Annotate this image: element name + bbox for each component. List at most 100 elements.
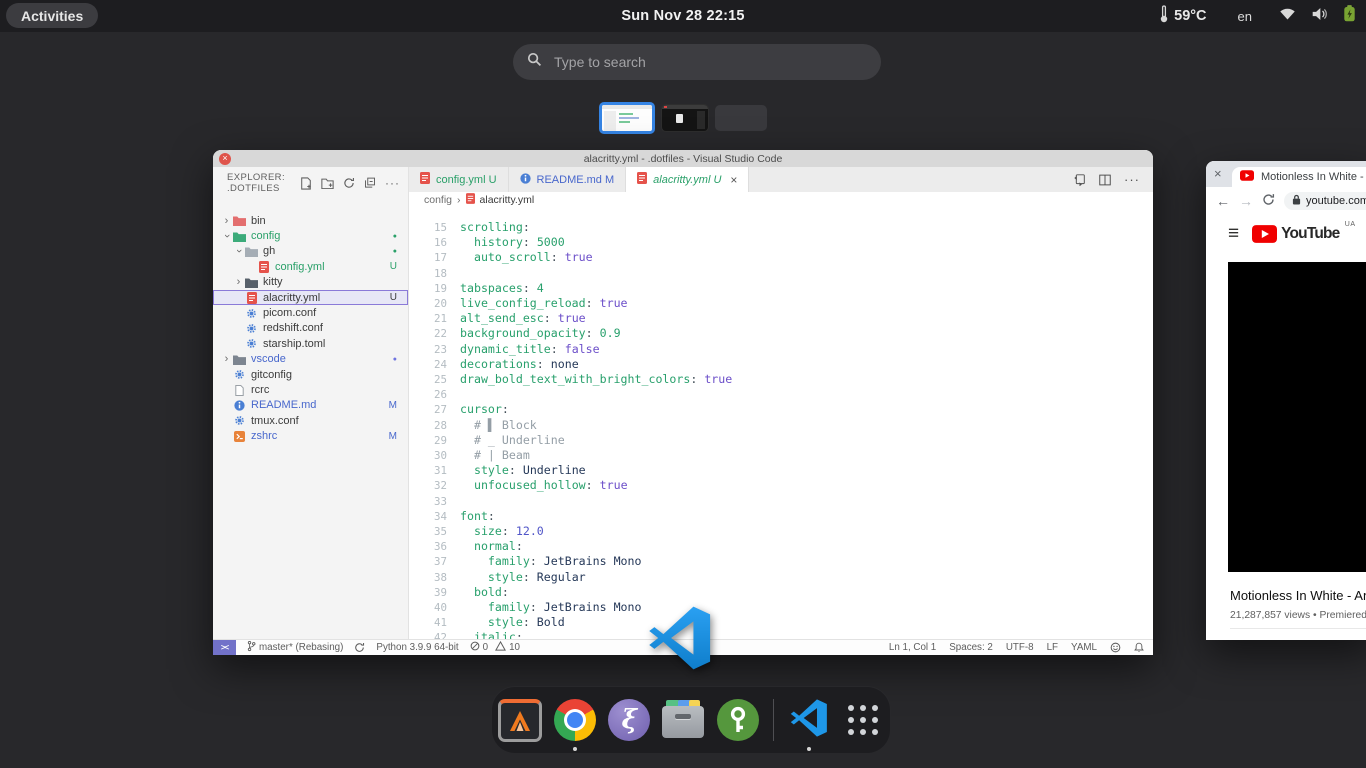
code-line-41[interactable]: 41 style: Bold [409, 615, 1153, 630]
more-actions-icon[interactable]: ··· [385, 176, 400, 190]
search-input[interactable] [552, 53, 806, 71]
dock-item-files[interactable] [662, 696, 704, 744]
wifi-icon[interactable] [1279, 7, 1296, 25]
breadcrumb[interactable]: config › alacritty.yml [409, 192, 1153, 208]
code-editor[interactable]: 15scrolling:16 history: 500017 auto_scro… [409, 214, 1153, 640]
code-line-37[interactable]: 37 family: JetBrains Mono [409, 554, 1153, 569]
code-line-29[interactable]: 29 # _ Underline [409, 433, 1153, 448]
code-line-31[interactable]: 31 style: Underline [409, 463, 1153, 478]
editor-more-icon[interactable]: ··· [1124, 172, 1140, 187]
close-tab-icon[interactable]: × [730, 173, 737, 187]
code-line-36[interactable]: 36 normal: [409, 539, 1153, 554]
workspace-thumbnail-empty[interactable] [715, 105, 767, 131]
code-line-40[interactable]: 40 family: JetBrains Mono [409, 600, 1153, 615]
tree-item-vscode[interactable]: ›vscode● [213, 352, 408, 367]
breadcrumb-file[interactable]: alacritty.yml [480, 194, 535, 206]
git-branch-status[interactable]: master* (Rebasing) [247, 640, 343, 655]
keyboard-layout[interactable]: en [1238, 9, 1252, 24]
tab-close-icon[interactable]: × [1214, 166, 1222, 181]
code-line-33[interactable]: 33 [409, 494, 1153, 509]
close-window-button[interactable]: × [219, 153, 231, 165]
refresh-icon[interactable] [343, 177, 355, 189]
python-interpreter[interactable]: Python 3.9.9 64-bit [376, 642, 458, 653]
battery-charging-icon[interactable] [1343, 5, 1356, 27]
cursor-position[interactable]: Ln 1, Col 1 [889, 642, 936, 653]
dock-item-keepassxc[interactable] [717, 696, 759, 744]
indentation[interactable]: Spaces: 2 [949, 642, 993, 653]
tab-README.md[interactable]: README.md M [509, 167, 627, 192]
sync-icon[interactable] [354, 642, 365, 653]
youtube-favicon [1240, 170, 1254, 184]
tree-item-config.yml[interactable]: config.ymlU [213, 259, 408, 274]
code-line-20[interactable]: 20live_config_reload: true [409, 296, 1153, 311]
code-line-23[interactable]: 23dynamic_title: false [409, 342, 1153, 357]
reload-icon[interactable] [1262, 193, 1275, 209]
forward-icon[interactable]: → [1239, 193, 1253, 209]
remote-indicator[interactable]: >< [213, 640, 236, 655]
feedback-icon[interactable] [1110, 642, 1121, 653]
back-icon[interactable]: ← [1216, 193, 1230, 209]
tree-item-redshift.conf[interactable]: redshift.conf [213, 321, 408, 336]
tree-item-zshrc[interactable]: zshrcM [213, 429, 408, 444]
tree-item-bin[interactable]: ›bin [213, 213, 408, 228]
dock-item-alacritty[interactable] [498, 696, 542, 744]
dock-item-chrome[interactable] [554, 696, 596, 744]
new-file-icon[interactable] [300, 177, 312, 190]
code-line-22[interactable]: 22background_opacity: 0.9 [409, 326, 1153, 341]
tree-item-alacritty.yml[interactable]: alacritty.ymlU [213, 290, 408, 305]
split-editor-icon[interactable] [1099, 174, 1111, 186]
tree-item-README.md[interactable]: README.mdM [213, 398, 408, 413]
workspace-thumbnail-vscode[interactable] [599, 102, 655, 134]
language-mode[interactable]: YAML [1071, 642, 1097, 653]
code-line-18[interactable]: 18 [409, 266, 1153, 281]
code-line-17[interactable]: 17 auto_scroll: true [409, 250, 1153, 265]
tree-item-gitconfig[interactable]: gitconfig [213, 367, 408, 382]
breadcrumb-folder[interactable]: config [424, 194, 452, 206]
youtube-logo[interactable]: YouTube UA [1252, 225, 1339, 243]
dock-item-app-grid[interactable] [842, 696, 884, 744]
code-line-38[interactable]: 38 style: Regular [409, 570, 1153, 585]
code-line-25[interactable]: 25draw_bold_text_with_bright_colors: tru… [409, 372, 1153, 387]
code-line-26[interactable]: 26 [409, 387, 1153, 402]
menu-icon[interactable]: ≡ [1228, 229, 1239, 239]
code-line-28[interactable]: 28 # ▌ Block [409, 418, 1153, 433]
code-line-19[interactable]: 19tabspaces: 4 [409, 281, 1153, 296]
code-line-27[interactable]: 27cursor: [409, 402, 1153, 417]
code-line-30[interactable]: 30 # | Beam [409, 448, 1153, 463]
eol[interactable]: LF [1047, 642, 1058, 653]
tree-item-rcrc[interactable]: rcrc [213, 382, 408, 397]
encoding[interactable]: UTF-8 [1006, 642, 1034, 653]
code-line-21[interactable]: 21alt_send_esc: true [409, 311, 1153, 326]
tree-item-picom.conf[interactable]: picom.conf [213, 305, 408, 320]
new-folder-icon[interactable] [321, 177, 334, 189]
code-line-15[interactable]: 15scrolling: [409, 220, 1153, 235]
dock-item-vscode[interactable] [788, 696, 830, 744]
dock-item-emacs[interactable]: ξ [608, 696, 650, 744]
code-line-39[interactable]: 39 bold: [409, 585, 1153, 600]
collapse-folders-icon[interactable] [364, 177, 376, 189]
vscode-titlebar[interactable]: × alacritty.yml - .dotfiles - Visual Stu… [213, 150, 1153, 167]
code-line-24[interactable]: 24decorations: none [409, 357, 1153, 372]
tab-alacritty.yml[interactable]: alacritty.yml U× [626, 167, 749, 193]
code-line-34[interactable]: 34font: [409, 509, 1153, 524]
volume-icon[interactable] [1311, 7, 1328, 26]
video-player[interactable] [1228, 262, 1366, 572]
tab-config.yml[interactable]: config.yml U [409, 167, 509, 192]
search-bar[interactable] [513, 44, 881, 80]
tree-item-tmux.conf[interactable]: tmux.conf [213, 413, 408, 428]
browser-tab-youtube[interactable]: Motionless In White - A [1232, 167, 1366, 187]
notifications-bell-icon[interactable] [1134, 642, 1144, 653]
problems-status[interactable]: 0 10 [470, 641, 520, 654]
tree-item-config[interactable]: ›config● [213, 228, 408, 243]
system-tray[interactable]: 59°C en [1160, 0, 1356, 32]
code-line-16[interactable]: 16 history: 5000 [409, 235, 1153, 250]
workspace-thumbnail-chrome[interactable] [661, 104, 709, 132]
vscode-logo-drag-icon[interactable] [648, 606, 712, 670]
address-bar[interactable]: youtube.com/wa [1284, 192, 1366, 210]
tree-item-gh[interactable]: ›gh● [213, 244, 408, 259]
tree-item-starship.toml[interactable]: starship.toml [213, 336, 408, 351]
open-changes-icon[interactable] [1073, 174, 1086, 186]
code-line-35[interactable]: 35 size: 12.0 [409, 524, 1153, 539]
tree-item-kitty[interactable]: ›kitty [213, 275, 408, 290]
code-line-32[interactable]: 32 unfocused_hollow: true [409, 478, 1153, 493]
